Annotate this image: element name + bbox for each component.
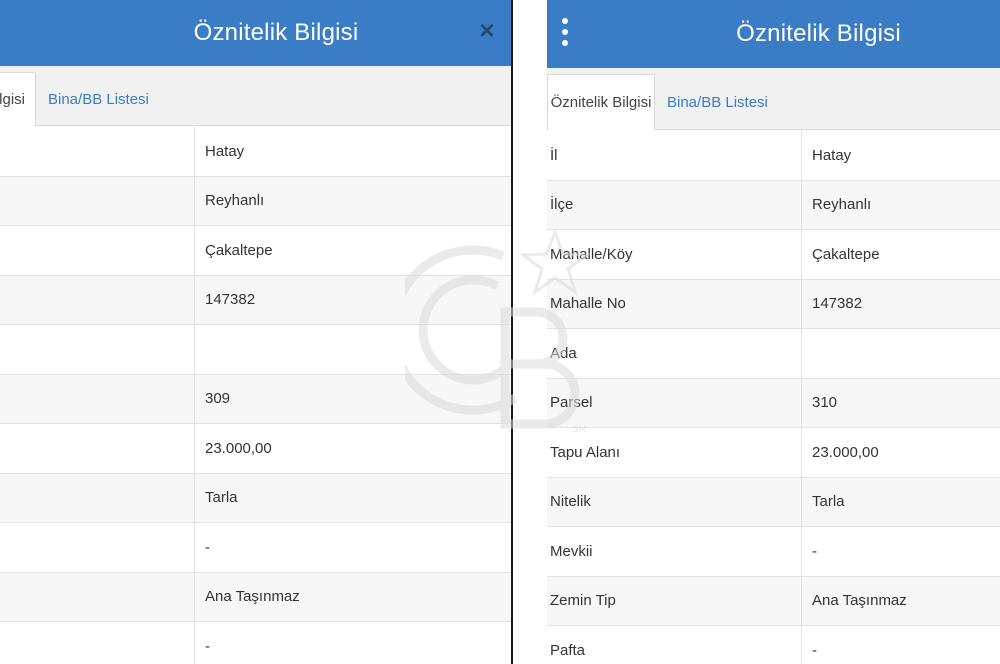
row-value: 310 (801, 378, 1000, 427)
left-tab-bar: lgisi Bina/BB Listesi (0, 66, 512, 126)
row-label: İlçe (550, 196, 574, 214)
left-attribute-table: Hatay Reyhanlı Çakaltepe 147382 309 23.0… (0, 127, 512, 664)
row-value: Çakaltepe (801, 230, 1000, 279)
left-attribute-panel: Öznitelik Bilgisi × lgisi Bina/BB Listes… (0, 0, 512, 664)
tab-attribute-info[interactable]: lgisi (0, 72, 36, 126)
row-label: Zemin Tip (550, 592, 616, 610)
table-row: İlçe Reyhanlı (547, 180, 1000, 230)
row-value: Tarla (801, 477, 1000, 526)
row-value: Hatay (801, 131, 1000, 180)
table-row: Nitelik Tarla (547, 477, 1000, 527)
screenshot-gap (513, 0, 547, 664)
right-tab-bar: Öznitelik Bilgisi Bina/BB Listesi (547, 68, 1000, 130)
table-row: Zemin Tip Ana Taşınmaz (547, 576, 1000, 626)
kebab-menu-icon[interactable] (561, 18, 569, 46)
right-attribute-panel: Öznitelik Bilgisi Öznitelik Bilgisi Bina… (547, 0, 1000, 664)
row-value: - (194, 622, 512, 664)
row-label: Mahalle No (550, 295, 626, 313)
row-label: Ada (550, 344, 577, 362)
row-value: 23.000,00 (194, 424, 512, 473)
table-row: 147382 (0, 275, 512, 325)
left-panel-header: Öznitelik Bilgisi × (0, 0, 512, 66)
row-value: Tarla (194, 473, 512, 522)
tab-attribute-info[interactable]: Öznitelik Bilgisi (547, 74, 655, 130)
right-panel-title: Öznitelik Bilgisi (736, 20, 901, 47)
table-row: Pafta - (547, 626, 1000, 664)
right-panel-header: Öznitelik Bilgisi (547, 0, 1000, 68)
table-row: Ana Taşınmaz (0, 572, 512, 622)
table-row: Tarla (0, 473, 512, 523)
right-attribute-table: İl Hatay İlçe Reyhanlı Mahalle/Köy Çakaltep… (547, 131, 1000, 664)
row-value: Reyhanlı (194, 176, 512, 225)
row-value: Hatay (194, 127, 512, 176)
row-value: - (194, 523, 512, 572)
table-row (0, 325, 512, 375)
row-value: - (801, 527, 1000, 576)
row-value: - (801, 626, 1000, 664)
table-row: - (0, 622, 512, 664)
row-value: 23.000,00 (801, 428, 1000, 477)
close-icon[interactable]: × (478, 16, 496, 44)
row-value: 147382 (801, 279, 1000, 328)
row-value: 309 (194, 374, 512, 423)
row-label: Parsel (550, 394, 593, 412)
row-label: Mevkii (550, 542, 593, 560)
row-value: Reyhanlı (801, 180, 1000, 229)
row-value: Ana Taşınmaz (194, 572, 512, 621)
tab-building-list[interactable]: Bina/BB Listesi (667, 74, 768, 130)
table-row: Tapu Alanı 23.000,00 (547, 428, 1000, 478)
row-value (801, 329, 1000, 378)
row-label: Pafta (550, 641, 586, 659)
row-value: 147382 (194, 275, 512, 324)
table-row: Ada (547, 329, 1000, 379)
table-row: Hatay (0, 127, 512, 177)
table-row: 309 (0, 374, 512, 424)
row-label: Nitelik (550, 493, 591, 511)
row-value (194, 325, 512, 374)
table-row: Reyhanlı (0, 176, 512, 226)
table-row: Mahalle/Köy Çakaltepe (547, 230, 1000, 280)
row-label: Mahalle/Köy (550, 245, 633, 263)
table-row: Çakaltepe (0, 226, 512, 276)
table-row: Parsel 310 (547, 378, 1000, 428)
row-label: İl (550, 146, 558, 164)
left-panel-title: Öznitelik Bilgisi (193, 19, 359, 46)
table-row: Mevkii - (547, 527, 1000, 577)
row-label: Tapu Alanı (550, 443, 621, 461)
table-row: 23.000,00 (0, 424, 512, 474)
table-row: İl Hatay (547, 131, 1000, 181)
tab-building-list[interactable]: Bina/BB Listesi (48, 72, 149, 126)
table-row: Mahalle No 147382 (547, 279, 1000, 329)
row-value: Ana Taşınmaz (801, 576, 1000, 625)
table-row: - (0, 523, 512, 573)
row-value: Çakaltepe (194, 226, 512, 275)
